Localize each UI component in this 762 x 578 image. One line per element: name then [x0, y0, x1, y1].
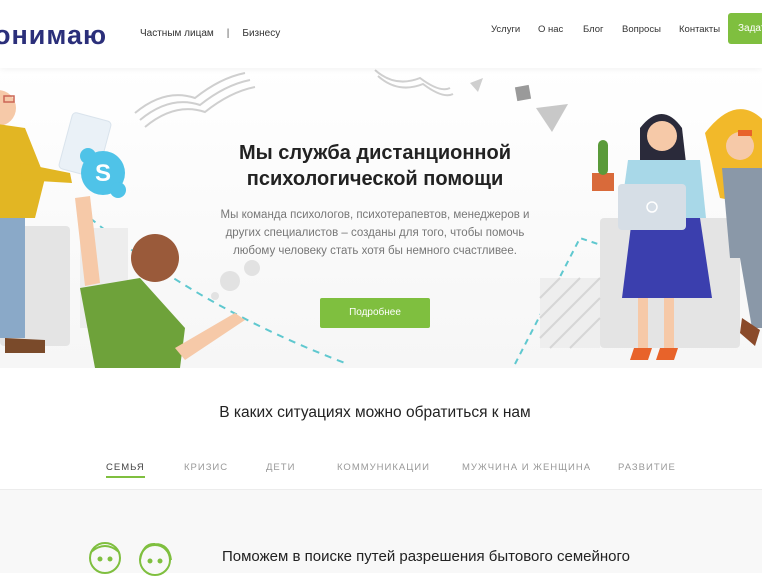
tab-children[interactable]: ДЕТИ	[266, 462, 295, 473]
thought-bubble-3	[211, 292, 219, 300]
tab-content-text: Поможем в поиске путей разрешения бытово…	[222, 548, 631, 565]
triangle-shape	[536, 104, 568, 132]
hero-subtitle-line-2: других специалистов – созданы для того, …	[225, 227, 525, 239]
ask-question-button[interactable]: Задат	[728, 13, 762, 44]
girl-hair	[131, 234, 179, 282]
svg-text:S: S	[95, 160, 111, 187]
audience-nav: Частным лицам | Бизнесу	[140, 28, 280, 39]
woman-leg-right	[664, 298, 674, 348]
woman-leg-left	[638, 298, 648, 348]
skype-icon: S	[80, 148, 126, 198]
nav-questions[interactable]: Вопросы	[622, 24, 661, 35]
tab-development[interactable]: РАЗВИТИЕ	[618, 462, 676, 473]
nav-separator: |	[226, 28, 230, 39]
hero-title-line-2: психологической помощи	[246, 168, 504, 190]
thought-bubble-1	[220, 271, 240, 291]
woman-face	[647, 121, 677, 151]
wave-decoration-left	[134, 72, 256, 128]
more-button[interactable]: Подробнее	[320, 298, 430, 328]
site-header: онимаю Частным лицам | Бизнесу Услуги О …	[0, 0, 762, 68]
nav-about[interactable]: О нас	[538, 24, 563, 35]
blonde-legs	[740, 258, 762, 328]
square-shape	[514, 84, 532, 102]
laptop	[618, 184, 686, 230]
woman-shoe-left	[630, 348, 652, 360]
tab-man-and-woman[interactable]: МУЖЧИНА И ЖЕНЩИНА	[462, 462, 591, 473]
nav-services[interactable]: Услуги	[491, 24, 520, 35]
cactus	[598, 140, 608, 175]
hero-subtitle-line-1: Мы команда психологов, психотерапевтов, …	[220, 209, 530, 221]
thought-bubble-2	[244, 260, 260, 276]
hero-subtitle: Мы команда психологов, психотерапевтов, …	[205, 206, 545, 260]
hero-title: Мы служба дистанционной психологической …	[215, 140, 535, 192]
tab-communications[interactable]: КОММУНИКАЦИИ	[337, 462, 430, 473]
plant-pot	[592, 173, 614, 191]
hero-section: S Мы служба дистанционной психологическо…	[0, 68, 762, 368]
nav-blog[interactable]: Блог	[583, 24, 604, 35]
wave-decoration-right	[374, 69, 454, 97]
situations-title: В каких ситуациях можно обратиться к нам	[219, 404, 531, 421]
family-icon	[89, 542, 172, 576]
small-triangle-shape	[470, 78, 483, 92]
phone-icon	[738, 130, 752, 136]
situations-tabs: СЕМЬЯ КРИЗИС ДЕТИ КОММУНИКАЦИИ МУЖЧИНА И…	[0, 462, 762, 492]
woman-shoe-right	[656, 348, 678, 360]
tab-family[interactable]: СЕМЬЯ	[106, 462, 145, 478]
girl-arm	[175, 313, 245, 360]
tab-crisis[interactable]: КРИЗИС	[184, 462, 228, 473]
hero-subtitle-line-3: любому человеку стать хотя бы немного сч…	[233, 245, 517, 257]
blonde-face	[726, 132, 754, 160]
logo[interactable]: онимаю	[0, 20, 107, 51]
nav-contacts[interactable]: Контакты	[679, 24, 720, 35]
girl-shirt	[80, 278, 185, 368]
man-shoe	[5, 338, 45, 353]
nav-private-persons[interactable]: Частным лицам	[140, 28, 214, 39]
nav-business[interactable]: Бизнесу	[242, 28, 280, 39]
man-jeans	[0, 218, 25, 338]
hero-title-line-1: Мы служба дистанционной	[238, 142, 512, 164]
